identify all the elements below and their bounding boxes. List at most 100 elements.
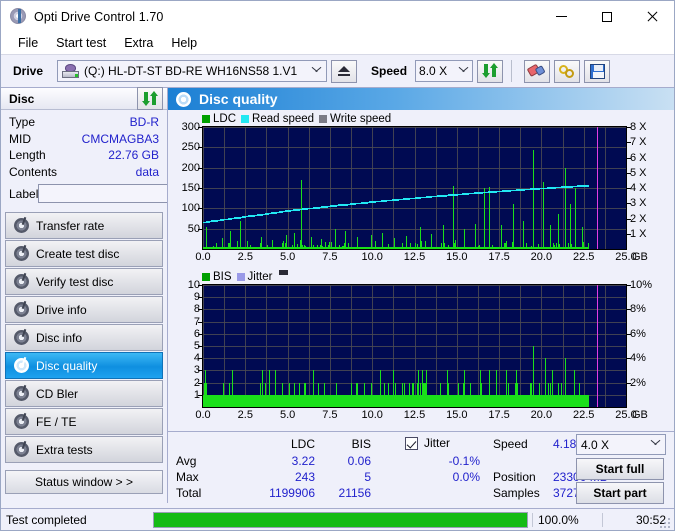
axis-tick-label: 6%	[630, 327, 646, 340]
sidebar-item-disc-quality[interactable]: Disc quality	[5, 352, 163, 379]
tools-button[interactable]	[554, 59, 581, 83]
legend-jitter: Jitter	[236, 271, 272, 283]
bis-plot-row: 1 2 3 4 5 6 7 8 9 10 2% 4% 6% 8% 10%	[168, 279, 674, 408]
close-button[interactable]	[629, 1, 674, 32]
axis-tick-label: 15.0	[446, 251, 468, 263]
sidebar-item-extra-tests[interactable]: Extra tests	[5, 436, 163, 463]
title-bar: Opti Drive Control 1.70	[1, 1, 674, 32]
axis-tick-label: 10%	[630, 279, 653, 291]
disc-icon	[14, 244, 29, 261]
axis-tick-label: 0.0	[195, 409, 211, 421]
data-peak	[261, 236, 262, 249]
data-peak	[506, 370, 507, 407]
window-controls	[539, 1, 674, 32]
start-full-button[interactable]: Start full	[576, 458, 664, 480]
sidebar-item-disc-info[interactable]: Disc info	[5, 324, 163, 351]
disc-info-row-contents: Contents data	[9, 164, 159, 181]
menu-extra[interactable]: Extra	[115, 34, 162, 52]
data-peak	[335, 228, 336, 249]
drive-select[interactable]: (Q:) HL-DT-ST BD-RE WH16NS58 1.V1	[57, 60, 328, 82]
status-bar: Test completed 100.0% 30:52	[1, 508, 674, 530]
resize-grip-icon[interactable]	[660, 516, 672, 528]
data-peak	[357, 236, 358, 249]
axis-tick-label: 5 X	[630, 166, 647, 179]
axis-unit-label: GB	[632, 409, 648, 421]
data-peak	[501, 225, 502, 249]
axis-tick-label: 4 X	[630, 182, 647, 194]
data-peak	[431, 233, 432, 249]
stats-row-max: Max	[176, 470, 199, 484]
axis-tick	[627, 382, 631, 384]
disc-panel-header: Disc	[1, 87, 167, 110]
data-peak	[489, 187, 490, 249]
save-button[interactable]	[584, 59, 611, 83]
ldc-plot-area[interactable]	[202, 126, 627, 250]
ldc-plot-row: 50 100 150 200 250 300 1 X 2 X 3 X 4 X 5 X 6 X 7 X 8…	[168, 121, 674, 250]
data-peak	[575, 188, 576, 249]
disc-contents-value: data	[135, 164, 159, 179]
bis-max-value: 5	[364, 470, 371, 484]
axis-tick-label: 17.5	[488, 251, 510, 263]
start-part-button[interactable]: Start part	[576, 482, 664, 504]
grid-line-h	[203, 346, 626, 347]
status-window-button[interactable]: Status window > >	[5, 470, 163, 494]
drive-toolbar: Drive (Q:) HL-DT-ST BD-RE WH16NS58 1.V1 …	[1, 55, 674, 88]
speed-select[interactable]: 8.0 X	[415, 60, 474, 82]
disc-info-row-type: Type BD-R	[9, 114, 159, 131]
sidebar-item-label: Drive info	[36, 302, 87, 317]
jitter-toggle[interactable]: Jitter	[405, 436, 450, 450]
app-window: Opti Drive Control 1.70 File Start test …	[0, 0, 675, 531]
data-peak	[496, 370, 497, 407]
disc-refresh-button[interactable]	[137, 87, 163, 110]
sidebar-item-create-test-disc[interactable]: Create test disc	[5, 240, 163, 267]
grid-line-h	[203, 208, 626, 210]
axis-tick-label: 0.0	[195, 251, 211, 263]
disc-info-row-mid: MID CMCMAGBA3	[9, 131, 159, 148]
axis-tick	[627, 333, 631, 335]
legend-bis: BIS	[202, 271, 232, 283]
sidebar-item-fe-te[interactable]: FE / TE	[5, 408, 163, 435]
window-title: Opti Drive Control 1.70	[34, 9, 164, 24]
sidebar-item-transfer-rate[interactable]: Transfer rate	[5, 212, 163, 239]
position-marker	[597, 285, 599, 407]
sidebar-item-drive-info[interactable]: Drive info	[5, 296, 163, 323]
test-speed-select[interactable]: 4.0 X	[576, 434, 666, 455]
data-peak	[543, 181, 544, 249]
data-peak	[552, 370, 553, 407]
disc-label-row: Label	[9, 183, 243, 208]
data-peak	[247, 240, 248, 249]
data-peak	[294, 232, 295, 249]
erase-button[interactable]	[524, 59, 551, 83]
menu-help[interactable]: Help	[162, 34, 206, 52]
axis-tick-label: 22.5	[572, 251, 595, 263]
samples-stat-label: Samples	[493, 486, 540, 500]
refresh-drive-button[interactable]	[477, 59, 504, 83]
minimize-icon	[556, 16, 567, 17]
toolbar-divider	[511, 60, 513, 82]
sidebar-item-cd-bler[interactable]: CD Bler	[5, 380, 163, 407]
sidebar-item-label: Verify test disc	[36, 274, 114, 289]
menu-start-test[interactable]: Start test	[47, 34, 115, 52]
legend-read-speed: Read speed	[241, 113, 314, 125]
sidebar-item-verify-test-disc[interactable]: Verify test disc	[5, 268, 163, 295]
data-peak	[443, 224, 444, 249]
data-peak	[513, 204, 514, 249]
ldc-max-value: 243	[294, 470, 315, 484]
bis-plot-area[interactable]	[202, 284, 627, 408]
minimize-button[interactable]	[539, 1, 584, 32]
disc-icon	[14, 328, 29, 345]
sidebar: Disc Type BD-R MID CMCMAGBA3 Length 22.7…	[1, 87, 243, 503]
data-peak	[475, 223, 476, 249]
jitter-checkbox[interactable]	[405, 436, 418, 450]
eject-button[interactable]	[331, 59, 358, 83]
menu-file[interactable]: File	[9, 34, 47, 52]
data-peak	[222, 237, 223, 249]
data-peak	[321, 238, 322, 249]
axis-tick-label: 4%	[630, 352, 646, 365]
data-peak	[565, 358, 566, 407]
axis-tick-label: 12.5	[403, 409, 426, 421]
stats-col-ldc: LDC	[290, 437, 315, 451]
data-peak	[558, 214, 559, 249]
axis-tick-label: 22.5	[572, 409, 595, 421]
maximize-button[interactable]	[584, 1, 629, 32]
